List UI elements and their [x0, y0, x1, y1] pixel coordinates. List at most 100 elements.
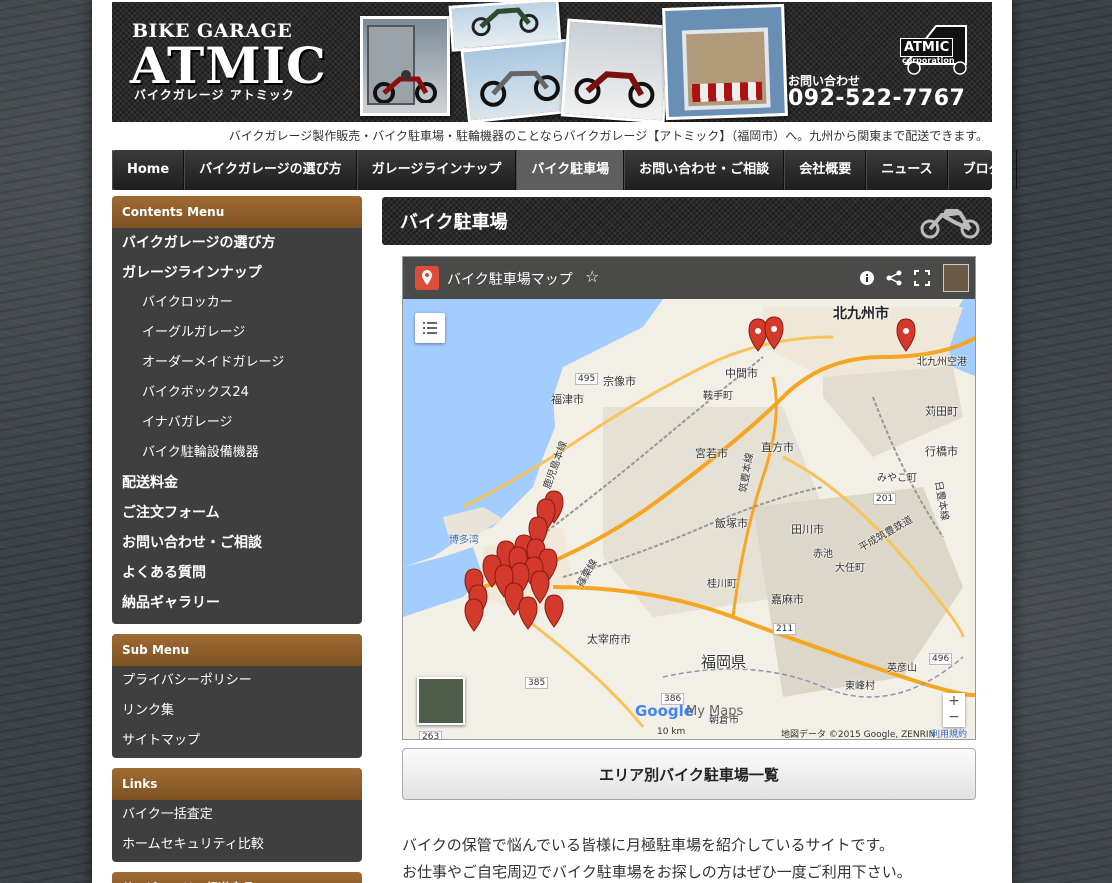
map-label-munakata: 宗像市 [603, 375, 636, 388]
sidebar: Contents Menu バイクガレージの選び方 ガレージラインナップ バイク… [112, 196, 362, 883]
map-label-hakata-bay: 博多湾 [449, 535, 479, 546]
map-label-nakama: 中間市 [725, 367, 758, 380]
contents-menu: Contents Menu バイクガレージの選び方 ガレージラインナップ バイク… [112, 196, 362, 624]
sidebar-item-bike-appraisal[interactable]: バイク一括査定 [112, 800, 362, 830]
sidebar-item-bikebox24[interactable]: バイクボックス24 [112, 378, 362, 408]
sidebar-item-order-made[interactable]: オーダーメイドガレージ [112, 348, 362, 378]
contents-menu-heading: Contents Menu [112, 196, 362, 228]
sidebar-item-faq[interactable]: よくある質問 [112, 558, 362, 588]
map-terms-link[interactable]: 利用規約 [931, 727, 967, 739]
sidebar-item-bike-locker[interactable]: バイクロッカー [112, 288, 362, 318]
nav-item-choose-garage[interactable]: バイクガレージの選び方 [184, 150, 357, 190]
map-label-akaike: 赤池 [813, 549, 833, 560]
motorcycle-icon [920, 209, 980, 239]
sidebar-item-eagle-garage[interactable]: イーグルガレージ [112, 318, 362, 348]
links-menu-heading: Links [112, 768, 362, 800]
zoom-control: + − [943, 693, 965, 727]
nav-item-bike-parking[interactable]: バイク駐車場 [516, 150, 625, 190]
map-header: バイク駐車場マップ ☆ [403, 257, 975, 299]
area-menu-heading: サービスエリア都道府県 [112, 872, 362, 883]
links-menu: Links バイク一括査定 ホームセキュリティ比較 [112, 768, 362, 862]
map-label-kitakyushu: 北九州市 [833, 306, 889, 322]
contact-phone[interactable]: 092-522-7767 [788, 86, 965, 111]
map-label-route-263: 263 [419, 731, 443, 739]
nav-item-news[interactable]: ニュース [866, 150, 948, 190]
intro-line-1: バイクの保管で悩んでいる皆様に月極駐車場を紹介しているサイトです。 [402, 836, 895, 854]
map-label-kurate: 鞍手町 [703, 391, 733, 402]
map-label-oto: 大任町 [835, 563, 865, 574]
map-label-kitakyushu-airport: 北九州空港 [917, 357, 967, 368]
page-container: BIKE GARAGE ATMIC バイクガレージ アトミック ATMIC co… [92, 0, 1017, 883]
map-pin-icon [415, 266, 439, 290]
area-menu: サービスエリア都道府県 [112, 872, 362, 883]
map-owner-thumbnail[interactable] [943, 264, 969, 292]
map-label-kanda: 苅田町 [925, 405, 958, 418]
fullscreen-icon[interactable] [913, 269, 931, 287]
map-label-hikosan: 英彦山 [887, 663, 917, 674]
map-label-iizuka: 飯塚市 [715, 517, 748, 530]
sidebar-item-privacy[interactable]: プライバシーポリシー [112, 666, 362, 696]
zoom-in-button[interactable]: + [943, 693, 965, 709]
map-label-dazaifu: 太宰府市 [587, 633, 631, 646]
map-label-route-495: 495 [575, 373, 599, 385]
sidebar-item-contact[interactable]: お問い合わせ・ご相談 [112, 528, 362, 558]
site-tagline: バイクガレージ製作販売・バイク駐車場・駐輪機器のことならバイクガレージ【アトミッ… [228, 129, 988, 143]
my-maps-label: My Maps [686, 704, 744, 719]
brand-sub-text: バイクガレージ アトミック [134, 88, 295, 102]
satellite-toggle[interactable] [417, 677, 465, 725]
map-label-route-496: 496 [929, 653, 953, 665]
map-label-miyako: みやこ町 [877, 473, 917, 484]
nav-item-lineup[interactable]: ガレージラインナップ [356, 150, 517, 190]
sidebar-item-gallery[interactable]: 納品ギャラリー [112, 588, 362, 618]
sidebar-item-inaba-garage[interactable]: イナバガレージ [112, 408, 362, 438]
area-list-button[interactable]: エリア別バイク駐車場一覧 [402, 748, 976, 800]
corporation-logo-sub: corporation [902, 56, 955, 65]
map-label-route-211: 211 [773, 623, 797, 635]
info-icon[interactable] [859, 270, 875, 286]
bike-photo-3 [560, 18, 672, 122]
map-label-tagawa: 田川市 [791, 523, 824, 536]
sidebar-item-order-form[interactable]: ご注文フォーム [112, 498, 362, 528]
map-title[interactable]: バイク駐車場マップ [447, 269, 573, 289]
intro-text: バイクの保管で悩んでいる皆様に月極駐車場を紹介しているサイトです。 お仕事やご自… [402, 832, 992, 883]
map-label-toho: 東峰村 [845, 681, 875, 692]
nav-item-blog[interactable]: ブログ [947, 150, 1017, 190]
legend-list-icon[interactable] [415, 313, 445, 343]
nav-item-contact[interactable]: お問い合わせ・ご相談 [624, 150, 785, 190]
map-label-yukuhashi: 行橋市 [925, 445, 958, 458]
map-label-kama: 嘉麻市 [771, 593, 804, 606]
intro-line-2: お仕事やご自宅周辺でバイク駐車場をお探しの方はぜひ一度ご利用下さい。 [402, 863, 912, 881]
map-label-route-385: 385 [525, 677, 549, 689]
main-nav: Home バイクガレージの選び方 ガレージラインナップ バイク駐車場 お問い合わ… [112, 150, 1017, 190]
map-label-route-201: 201 [873, 493, 897, 505]
sub-menu-heading: Sub Menu [112, 634, 362, 666]
nav-item-home[interactable]: Home [112, 150, 185, 190]
sidebar-item-links[interactable]: リンク集 [112, 696, 362, 726]
sub-menu: Sub Menu プライバシーポリシー リンク集 サイトマップ [112, 634, 362, 758]
page-title: バイク駐車場 [400, 212, 508, 233]
zoom-out-button[interactable]: − [943, 709, 965, 725]
corporation-logo: ATMIC corporation [896, 24, 976, 76]
sidebar-item-sitemap[interactable]: サイトマップ [112, 726, 362, 756]
sidebar-item-lineup[interactable]: ガレージラインナップ [112, 258, 362, 288]
map-label-pref: 福岡県 [701, 653, 747, 671]
garage-photo-2 [662, 3, 788, 121]
share-icon[interactable] [885, 269, 903, 287]
sidebar-item-parking-equipment[interactable]: バイク駐輪設備機器 [112, 438, 362, 468]
google-map[interactable]: 北九州市 北九州空港 宗像市 中間市 福津市 鞍手町 苅田町 宮若市 直方市 行… [402, 256, 976, 740]
page-title-bar: バイク駐車場 [382, 197, 992, 245]
map-label-fukutsu: 福津市 [551, 393, 584, 406]
map-label-keisen: 桂川町 [707, 579, 737, 590]
bike-photo-2 [460, 38, 578, 122]
sidebar-item-shipping[interactable]: 配送料金 [112, 468, 362, 498]
sidebar-item-choose-garage[interactable]: バイクガレージの選び方 [112, 228, 362, 258]
map-label-miyawaka: 宮若市 [695, 447, 728, 460]
map-label-nogata: 直方市 [761, 441, 794, 454]
map-scale: 10 km [657, 727, 686, 737]
garage-photo-1 [360, 16, 450, 116]
sidebar-item-home-security[interactable]: ホームセキュリティ比較 [112, 830, 362, 860]
nav-item-company[interactable]: 会社概要 [784, 150, 867, 190]
map-attribution: 地図データ ©2015 Google, ZENRIN [781, 730, 936, 740]
corporation-logo-text: ATMIC [900, 38, 954, 57]
star-icon[interactable]: ☆ [585, 267, 599, 286]
